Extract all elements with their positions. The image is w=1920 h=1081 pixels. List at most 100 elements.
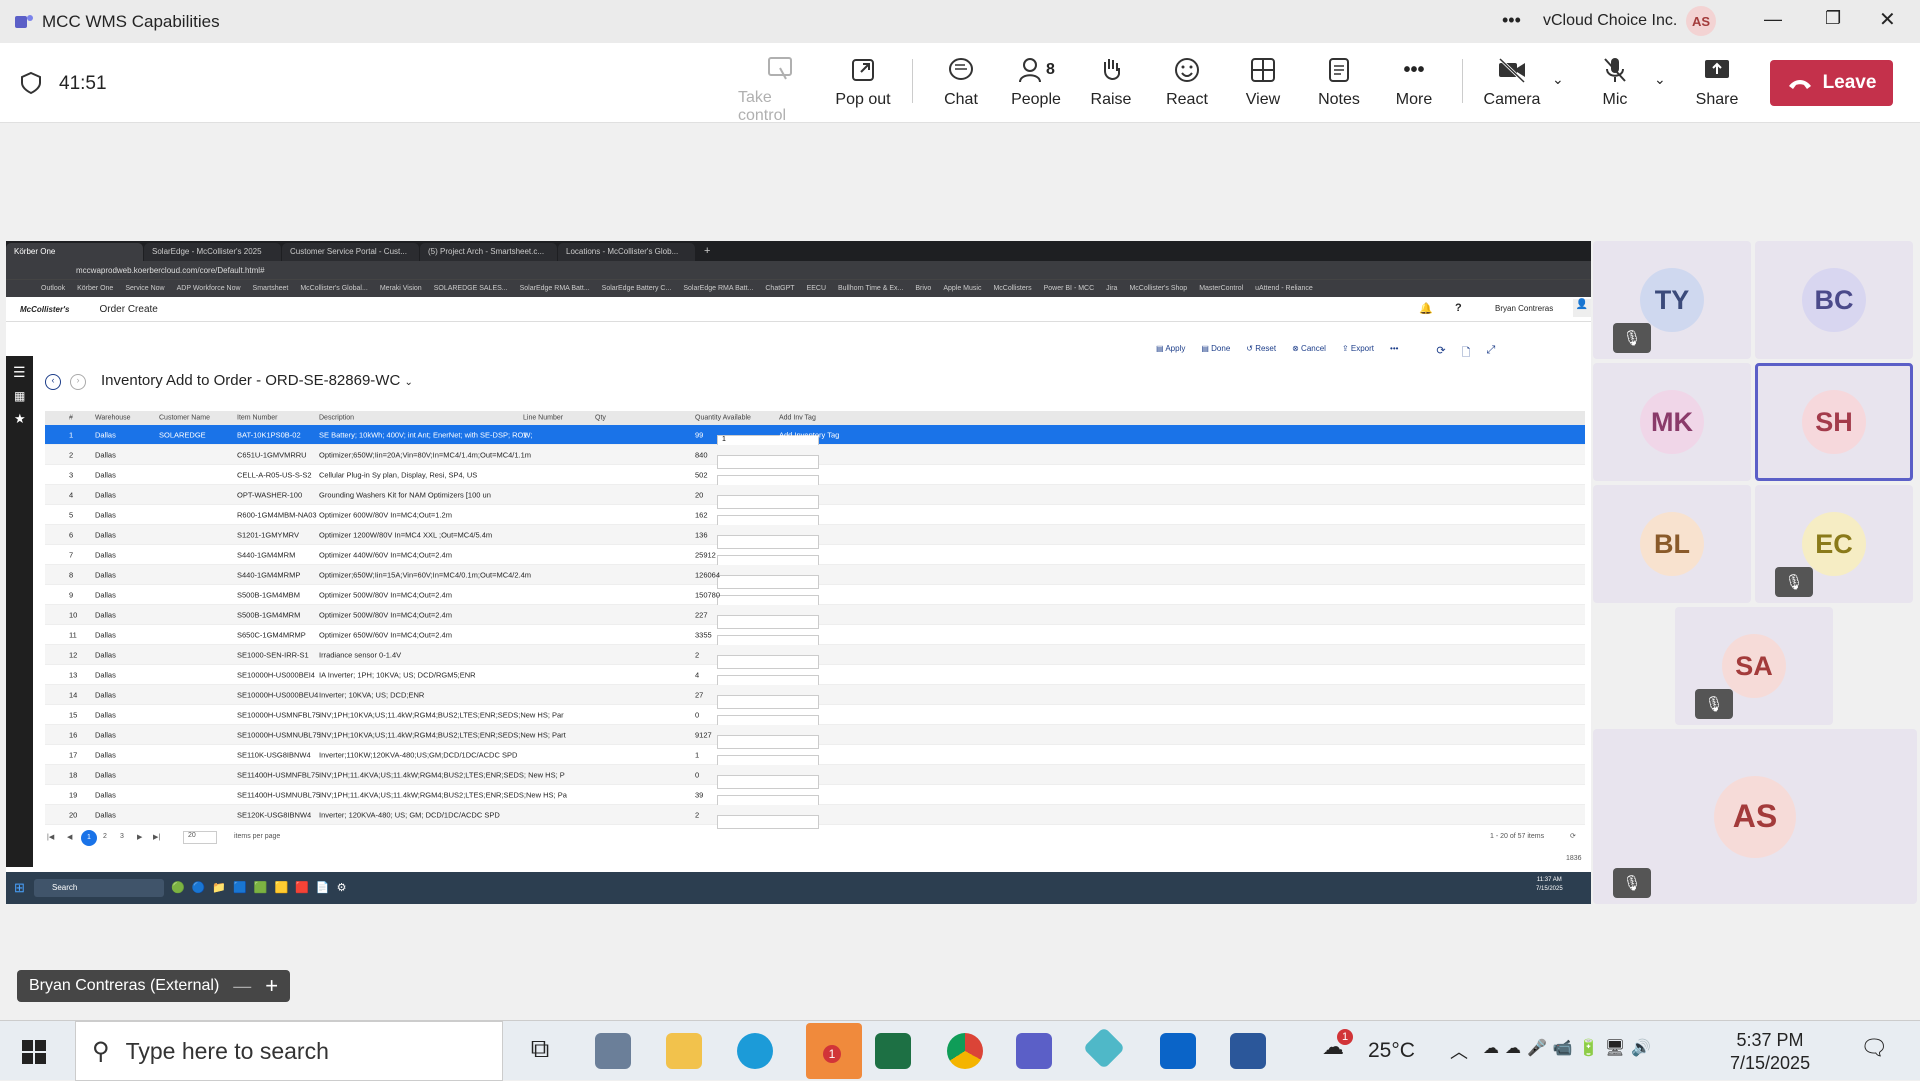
- bookmark-item[interactable]: McCollister's Global...: [300, 285, 367, 292]
- user-profile-icon[interactable]: 👤: [1573, 299, 1591, 317]
- table-row[interactable]: 9 Dallas S500B-1GM4MBM Optimizer 500W/80V I…: [45, 585, 1585, 609]
- file-explorer-icon[interactable]: [666, 1033, 702, 1069]
- forward-nav-icon[interactable]: ›: [70, 374, 86, 390]
- nav-order-create[interactable]: Order Create: [99, 304, 157, 315]
- title-chevron-icon[interactable]: ⌄: [404, 377, 412, 388]
- excel-icon[interactable]: [875, 1033, 911, 1069]
- pop-out-button[interactable]: Pop out: [828, 55, 898, 115]
- bookmark-item[interactable]: Meraki Vision: [380, 285, 422, 292]
- notes-button[interactable]: Notes: [1304, 55, 1374, 115]
- back-nav-icon[interactable]: ‹: [45, 374, 61, 390]
- bookmark-item[interactable]: Smartsheet: [253, 285, 289, 292]
- column-header[interactable]: Quantity Available: [695, 415, 751, 422]
- menu-icon[interactable]: ☰: [13, 364, 33, 381]
- more-actions-icon[interactable]: •••: [1390, 344, 1398, 363]
- zoom-in-icon[interactable]: +: [265, 973, 278, 999]
- qty-input[interactable]: [717, 814, 819, 829]
- table-row[interactable]: 3 Dallas CELL-A-R05-US-S-S2 Cellular Plug-i…: [45, 465, 1585, 489]
- task-view-icon[interactable]: ⧉: [522, 1033, 558, 1069]
- participant-tile[interactable]: SH: [1755, 363, 1913, 481]
- table-row[interactable]: 19 Dallas SE11400H-USMNUBL75 INV;1PH;11.4KV…: [45, 785, 1585, 809]
- table-cell[interactable]: Add Inventory Tag: [779, 430, 839, 439]
- page-1[interactable]: 1: [81, 830, 97, 846]
- bookmark-item[interactable]: Körber One: [77, 285, 113, 292]
- table-row[interactable]: 16 Dallas SE10000H-USMNUBL75 INV;1PH;10KVA;…: [45, 725, 1585, 749]
- bookmark-item[interactable]: EECU: [807, 285, 826, 292]
- bookmark-item[interactable]: SolarEdge Battery C...: [602, 285, 672, 292]
- chat-button[interactable]: Chat: [926, 55, 996, 115]
- share-button[interactable]: Share: [1682, 55, 1752, 115]
- more-options-icon[interactable]: •••: [1502, 10, 1521, 31]
- bookmark-item[interactable]: ChatGPT: [765, 285, 794, 292]
- refresh-icon[interactable]: ⟳: [1436, 344, 1445, 363]
- bookmark-item[interactable]: SolarEdge RMA Batt...: [683, 285, 753, 292]
- participant-tile[interactable]: BC: [1755, 241, 1913, 359]
- participant-tile[interactable]: BL: [1593, 485, 1751, 603]
- document-icon[interactable]: 🗋: [1462, 344, 1471, 363]
- column-header[interactable]: #: [69, 415, 73, 422]
- participant-tile[interactable]: MK: [1593, 363, 1751, 481]
- apps-grid-icon[interactable]: ▦: [14, 389, 33, 403]
- minimize-icon[interactable]: —: [1764, 9, 1782, 30]
- table-row[interactable]: 12 Dallas SE1000-SEN-IRR-S1 Irradiance sens…: [45, 645, 1585, 669]
- outlook-icon[interactable]: [1160, 1033, 1196, 1069]
- edge-icon[interactable]: [737, 1033, 773, 1069]
- view-button[interactable]: View: [1228, 55, 1298, 115]
- participant-tile[interactable]: AS 🎙: [1593, 729, 1917, 904]
- browser-tab[interactable]: Customer Service Portal - Cust...: [282, 243, 419, 261]
- notification-center-icon[interactable]: 🗨: [1860, 1035, 1888, 1061]
- mic-options-chevron-icon[interactable]: ⌄: [1654, 71, 1666, 88]
- address-bar[interactable]: mccwaprodweb.koerbercloud.com/core/Defau…: [6, 261, 1591, 279]
- taskbar-search-box[interactable]: ⚲ Type here to search: [75, 1021, 503, 1081]
- prev-page-icon[interactable]: ◀: [67, 833, 72, 841]
- bookmark-item[interactable]: Service Now: [125, 285, 164, 292]
- cancel-button[interactable]: ⊗ Cancel: [1292, 344, 1326, 363]
- mic-button[interactable]: Mic: [1580, 55, 1650, 115]
- browser-tab[interactable]: (5) Project Arch - Smartsheet.c...: [420, 243, 557, 261]
- table-row[interactable]: 6 Dallas S1201-1GMYMRV Optimizer 1200W/80V …: [45, 525, 1585, 549]
- bookmark-item[interactable]: Jira: [1106, 285, 1117, 292]
- bookmark-item[interactable]: MasterControl: [1199, 285, 1243, 292]
- bookmark-item[interactable]: Power BI - MCC: [1044, 285, 1095, 292]
- taskbar-clock[interactable]: 5:37 PM 7/15/2025: [1730, 1029, 1810, 1075]
- raise-hand-button[interactable]: Raise: [1076, 55, 1146, 115]
- column-header[interactable]: Warehouse: [95, 415, 131, 422]
- last-page-icon[interactable]: ▶|: [153, 833, 160, 841]
- help-icon[interactable]: ?: [1455, 302, 1462, 314]
- people-button[interactable]: 8 People: [1001, 55, 1071, 115]
- calculator-icon[interactable]: [595, 1033, 631, 1069]
- column-header[interactable]: Item Number: [237, 415, 277, 422]
- next-page-icon[interactable]: ▶: [137, 833, 142, 841]
- bookmark-item[interactable]: SOLAREDGE SALES...: [434, 285, 508, 292]
- export-button[interactable]: ⇪ Export: [1342, 344, 1374, 363]
- table-row[interactable]: 20 Dallas SE120K-USG8IBNW4 Inverter; 120KVA…: [45, 805, 1585, 829]
- react-button[interactable]: React: [1152, 55, 1222, 115]
- bookmark-item[interactable]: ADP Workforce Now: [177, 285, 241, 292]
- table-row[interactable]: 1 Dallas SOLAREDGE BAT-10K1PS0B-02 SE Batter…: [45, 425, 1585, 449]
- bookmark-item[interactable]: uAttend - Reliance: [1255, 285, 1313, 292]
- browser-tab[interactable]: Locations - McCollister's Glob...: [558, 243, 695, 261]
- browser-tab[interactable]: SolarEdge - McCollister's 2025: [144, 243, 281, 261]
- reset-button[interactable]: ↺ Reset: [1246, 344, 1276, 363]
- browser-tab[interactable]: Körber One: [6, 243, 143, 261]
- notification-bell-icon[interactable]: 🔔: [1419, 302, 1433, 315]
- chrome-icon[interactable]: [947, 1033, 983, 1069]
- shared-search-box[interactable]: Search: [34, 879, 164, 897]
- windows-start-icon[interactable]: ⊞: [14, 880, 25, 896]
- table-row[interactable]: 4 Dallas OPT-WASHER-100 Grounding Washers K…: [45, 485, 1585, 509]
- more-button[interactable]: ••• More: [1379, 55, 1449, 115]
- app-icon[interactable]: [1082, 1026, 1126, 1070]
- bookmark-item[interactable]: Bullhorn Time & Ex...: [838, 285, 903, 292]
- first-page-icon[interactable]: |◀: [47, 833, 54, 841]
- close-icon[interactable]: ✕: [1879, 7, 1896, 32]
- bookmark-item[interactable]: Brivo: [915, 285, 931, 292]
- table-row[interactable]: 17 Dallas SE110K-USG8IBNW4 Inverter;110KW;1…: [45, 745, 1585, 769]
- apply-button[interactable]: ▤ Apply: [1156, 344, 1185, 363]
- table-row[interactable]: 13 Dallas SE10000H-US000BEI4 IA Inverter; 1…: [45, 665, 1585, 689]
- favorites-star-icon[interactable]: ★: [14, 411, 33, 427]
- camera-button[interactable]: Camera: [1477, 55, 1547, 115]
- zoom-out-icon[interactable]: —: [233, 976, 251, 997]
- bookmark-item[interactable]: SolarEdge RMA Batt...: [520, 285, 590, 292]
- column-header[interactable]: Qty: [595, 415, 606, 422]
- table-row[interactable]: 11 Dallas S650C-1GM4MRMP Optimizer 650W/60V…: [45, 625, 1585, 649]
